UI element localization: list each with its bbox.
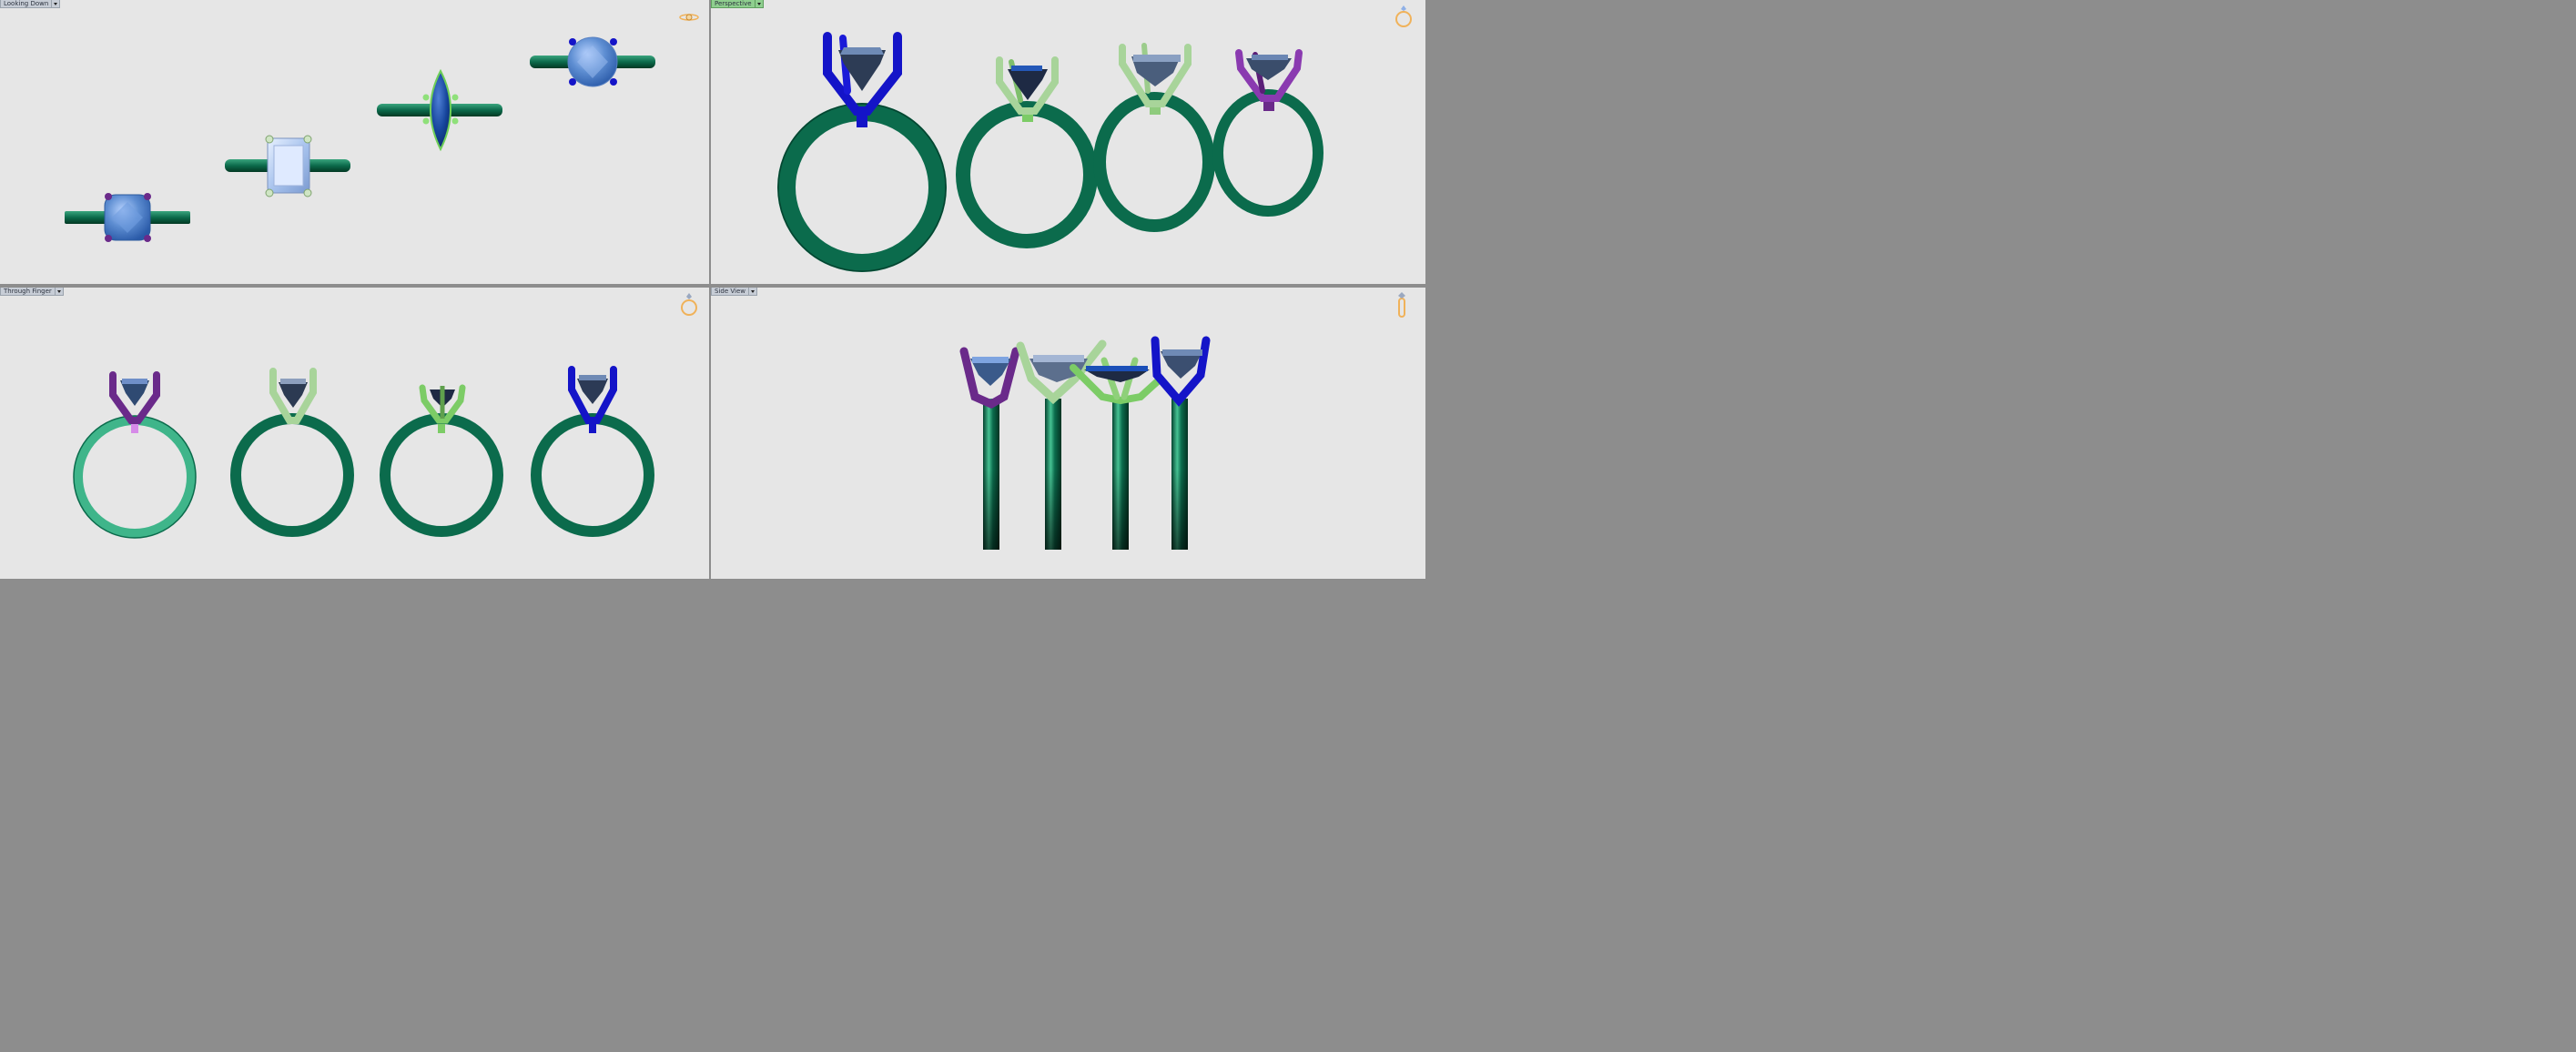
ring-emerald-perspective[interactable] [956,56,1098,248]
ring-emerald-side[interactable] [1016,339,1107,550]
ring-marquise-top[interactable] [377,68,502,152]
ring-marquise-side[interactable] [1070,357,1164,550]
perspective-scene [777,32,1323,272]
ring-cushion-perspective[interactable] [777,32,947,272]
ring-cushion-top[interactable] [65,193,190,242]
ring-cushion-through[interactable] [73,371,197,539]
ring-marquise-through[interactable] [380,384,503,537]
looking-down-scene [65,36,655,242]
ring-marquise-perspective[interactable] [1093,43,1215,232]
ring-round-top[interactable] [530,36,655,87]
ring-cushion-side[interactable] [959,347,1020,550]
viewport-perspective[interactable]: Perspective [711,0,1425,284]
side-view-scene [959,336,1211,550]
ring-round-perspective[interactable] [1212,49,1323,217]
ring-emerald-through[interactable] [230,368,354,537]
viewport-looking-down[interactable]: Looking Down [0,0,709,284]
ring-emerald-top[interactable] [225,135,350,197]
ring-round-side[interactable] [1151,336,1211,550]
viewport-side-view[interactable]: Side View [711,288,1425,579]
ring-round-through[interactable] [531,366,654,537]
through-finger-scene [73,366,654,539]
viewport-through-finger[interactable]: Through Finger [0,288,709,579]
